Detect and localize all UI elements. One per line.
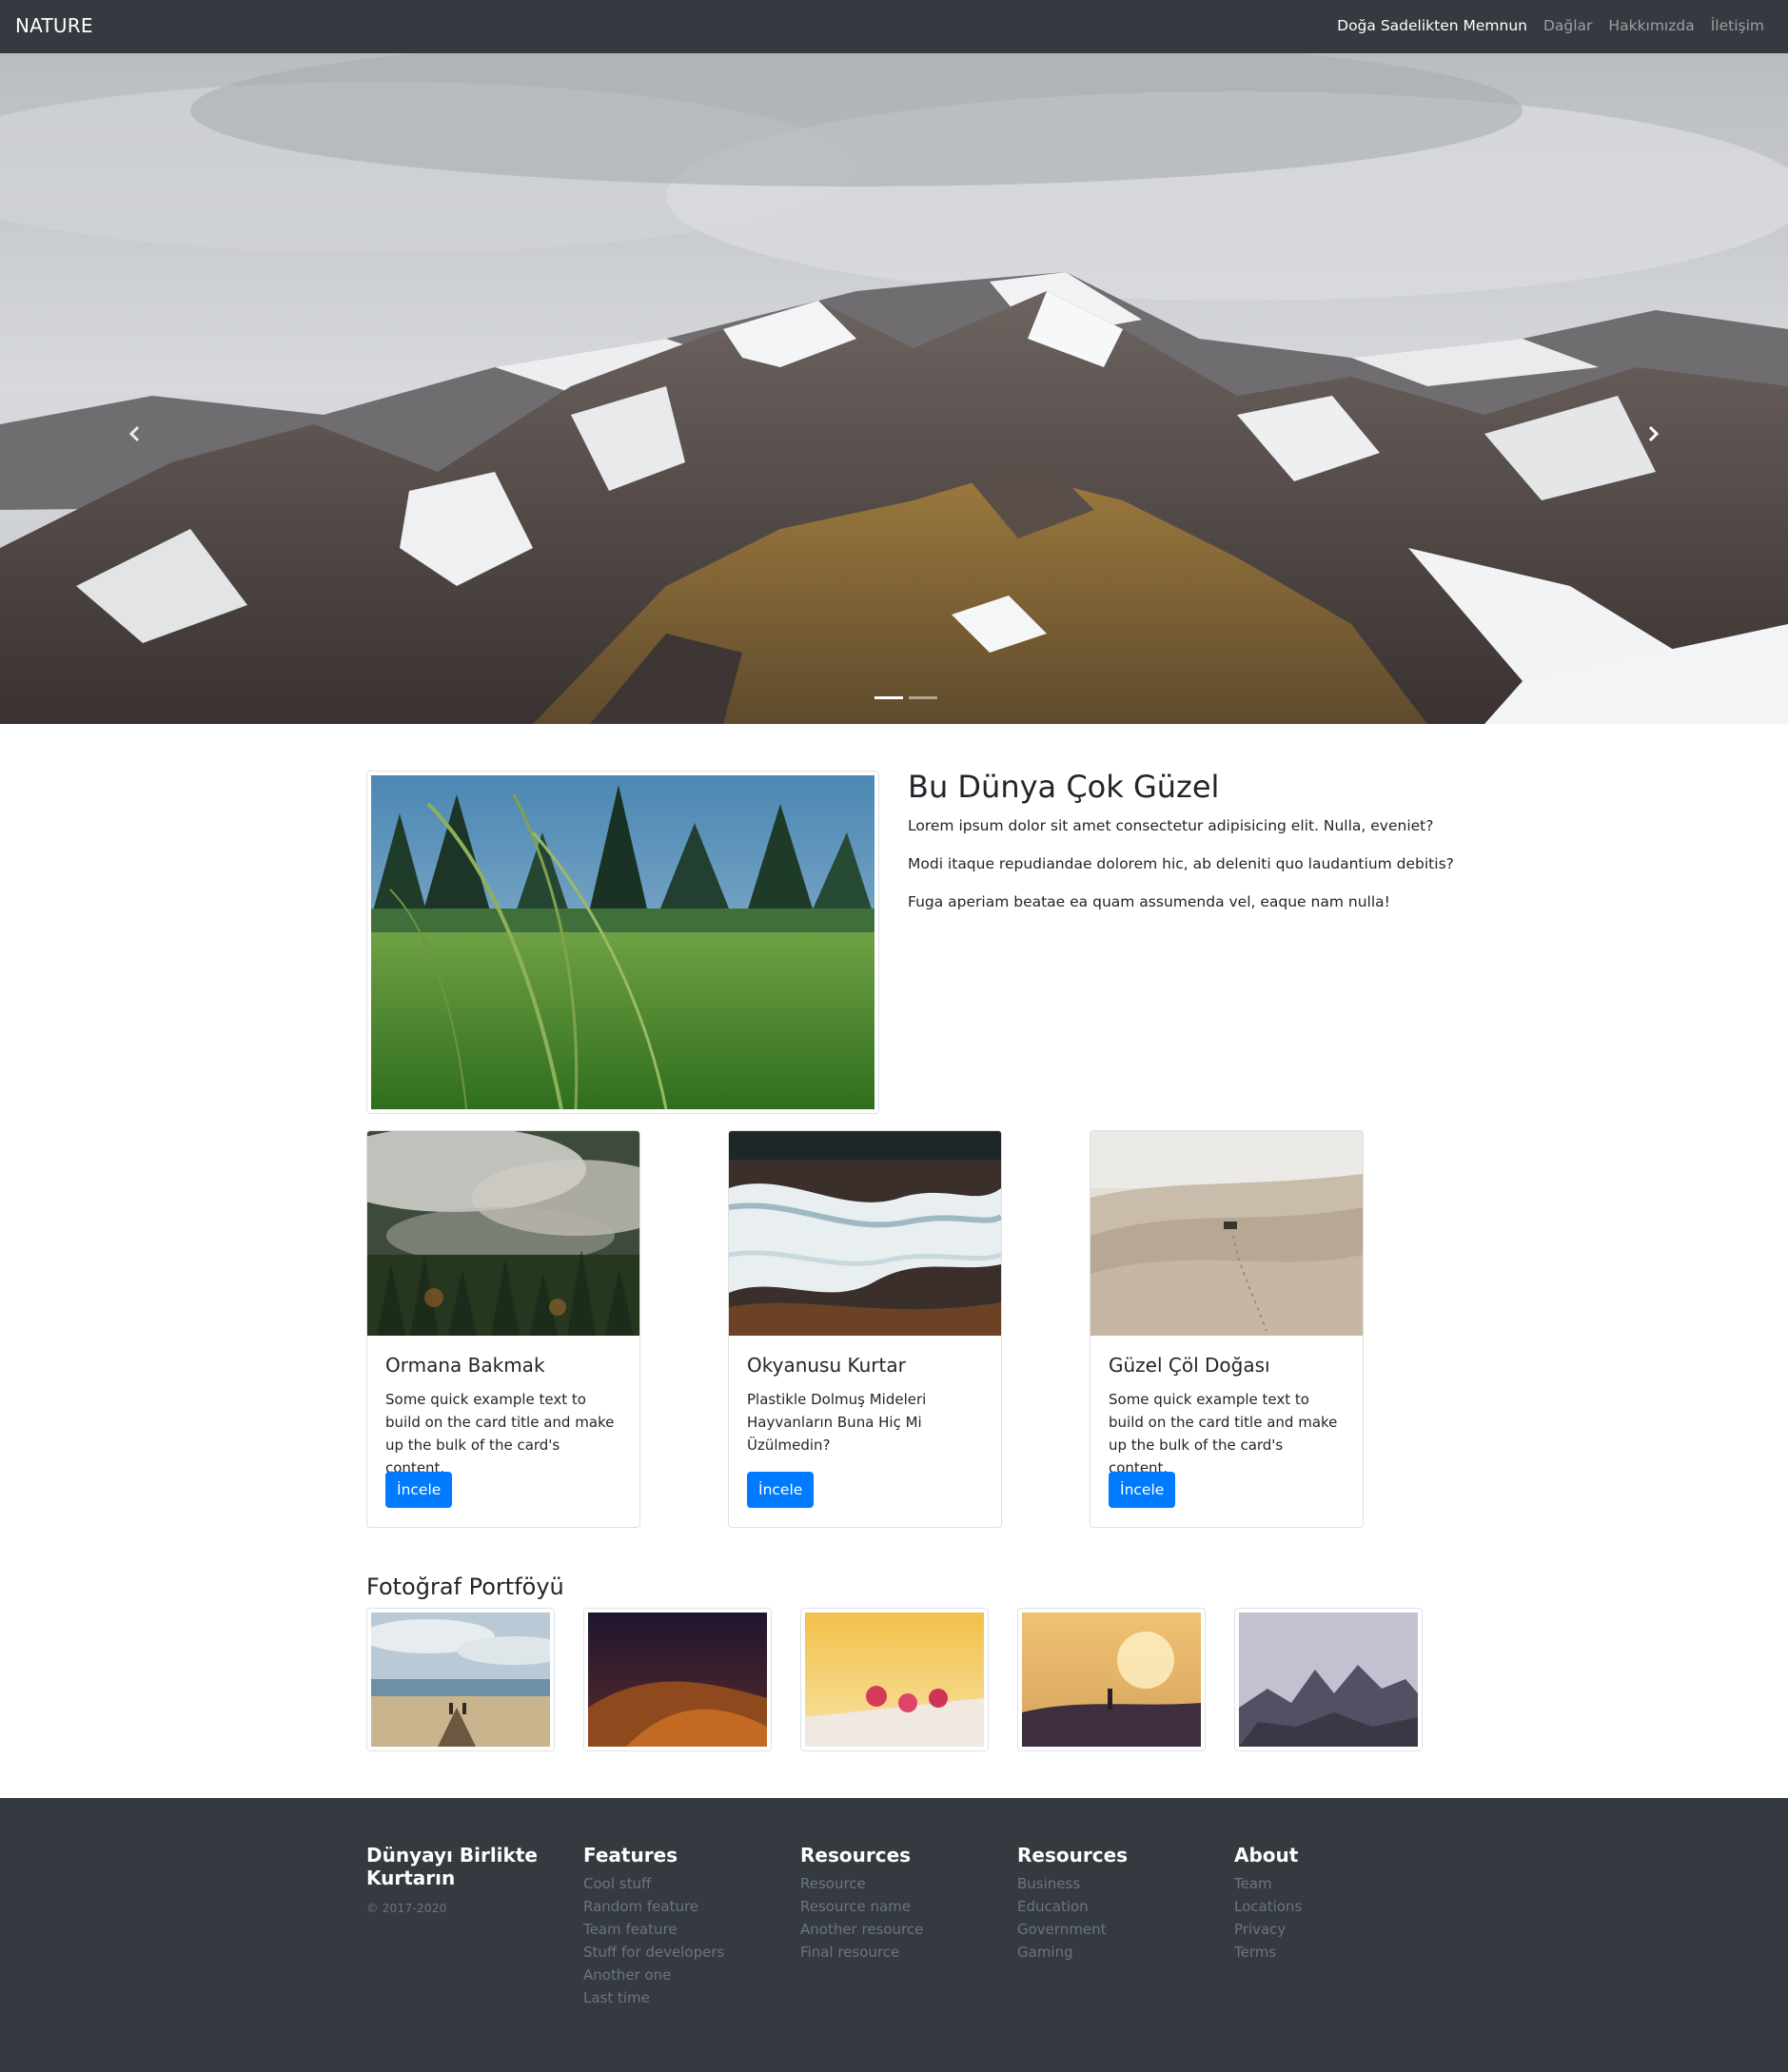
portfolio-thumb-mountains[interactable] — [1234, 1608, 1423, 1751]
footer-column-about: About Team Locations Privacy Terms — [1234, 1844, 1302, 1964]
portfolio-thumb-beach[interactable] — [366, 1608, 555, 1751]
incele-button[interactable]: İncele — [747, 1472, 815, 1508]
carousel-indicators — [874, 696, 937, 699]
card-forest: Ormana Bakmak Some quick example text to… — [366, 1130, 640, 1528]
card-text: Some quick example text to build on the … — [385, 1391, 615, 1476]
portfolio-title: Fotoğraf Portföyü — [366, 1574, 564, 1600]
foggy-forest-image — [367, 1131, 639, 1336]
navbar-brand[interactable]: NATURE — [15, 14, 93, 37]
nav-link-iletisim[interactable]: İletişim — [1711, 17, 1764, 34]
footer-link[interactable]: Terms — [1234, 1941, 1302, 1964]
ocean-waves-image — [729, 1131, 1001, 1336]
card-text: Plastikle Dolmuş Mideleri Hayvanların Bu… — [747, 1391, 927, 1454]
footer-heading: Features — [583, 1844, 678, 1867]
footer-link[interactable]: Resource — [800, 1872, 923, 1895]
nav-link-hakkimizda[interactable]: Hakkımızda — [1608, 17, 1694, 34]
nav-link-doga[interactable]: Doğa Sadelikten Memnun — [1337, 17, 1527, 34]
chevron-left-icon — [128, 425, 140, 442]
footer-link[interactable]: Another resource — [800, 1918, 923, 1941]
carousel-indicator-2[interactable] — [909, 696, 937, 699]
hero-carousel — [0, 53, 1788, 724]
mountain-hero-image — [0, 53, 1788, 724]
footer: Dünyayı Birlikte Kurtarın © 2017-2020 Fe… — [0, 1798, 1788, 2072]
nav-links: Doğa Sadelikten Memnun Dağlar Hakkımızda… — [1337, 17, 1764, 34]
card-title: Ormana Bakmak — [385, 1354, 545, 1377]
footer-link[interactable]: Final resource — [800, 1941, 923, 1964]
footer-brand-line2: Kurtarın — [366, 1867, 456, 1889]
portfolio-thumb-sunset-field[interactable] — [1017, 1608, 1206, 1751]
carousel-indicator-1[interactable] — [874, 696, 903, 699]
footer-link[interactable]: Government — [1017, 1918, 1128, 1941]
footer-link[interactable]: Last time — [583, 1986, 724, 2009]
footer-link[interactable]: Team feature — [583, 1918, 724, 1941]
carousel-next-button[interactable] — [1624, 405, 1681, 462]
card-desert: Güzel Çöl Doğası Some quick example text… — [1090, 1130, 1364, 1528]
card-ocean: Okyanusu Kurtar Plastikle Dolmuş Mideler… — [728, 1130, 1002, 1528]
footer-link[interactable]: Another one — [583, 1964, 724, 1986]
card-title: Güzel Çöl Doğası — [1109, 1354, 1270, 1377]
footer-heading: About — [1234, 1844, 1299, 1867]
incele-button[interactable]: İncele — [385, 1472, 453, 1508]
portfolio-thumb-berries[interactable] — [800, 1608, 989, 1751]
footer-link[interactable]: Education — [1017, 1895, 1128, 1918]
footer-brand-line1: Dünyayı Birlikte — [366, 1844, 538, 1867]
feature-title: Bu Dünya Çok Güzel — [908, 769, 1220, 805]
footer-column-features: Features Cool stuff Random feature Team … — [583, 1844, 724, 2009]
footer-heading: Resources — [800, 1844, 912, 1867]
feature-grass-image — [366, 771, 879, 1114]
footer-brand-column: Dünyayı Birlikte Kurtarın © 2017-2020 — [366, 1844, 538, 1915]
footer-link[interactable]: Team — [1234, 1872, 1302, 1895]
portfolio-thumb-dunes-night[interactable] — [583, 1608, 772, 1751]
footer-link[interactable]: Gaming — [1017, 1941, 1128, 1964]
footer-link[interactable]: Random feature — [583, 1895, 724, 1918]
footer-link[interactable]: Cool stuff — [583, 1872, 724, 1895]
footer-column-resources-2: Resources Business Education Government … — [1017, 1844, 1128, 1964]
footer-copyright: © 2017-2020 — [366, 1901, 447, 1915]
footer-link[interactable]: Privacy — [1234, 1918, 1302, 1941]
footer-link[interactable]: Business — [1017, 1872, 1128, 1895]
card-text: Some quick example text to build on the … — [1109, 1391, 1338, 1476]
footer-link[interactable]: Stuff for developers — [583, 1941, 724, 1964]
footer-column-resources: Resources Resource Resource name Another… — [800, 1844, 923, 1964]
navbar: NATURE Doğa Sadelikten Memnun Dağlar Hak… — [0, 0, 1788, 53]
card-title: Okyanusu Kurtar — [747, 1354, 906, 1377]
feature-paragraph-2: Modi itaque repudiandae dolorem hic, ab … — [908, 855, 1454, 872]
footer-heading: Resources — [1017, 1844, 1129, 1867]
incele-button[interactable]: İncele — [1109, 1472, 1176, 1508]
chevron-right-icon — [1648, 425, 1660, 442]
footer-link[interactable]: Locations — [1234, 1895, 1302, 1918]
desert-dunes-image — [1090, 1131, 1363, 1336]
nav-link-daglar[interactable]: Dağlar — [1543, 17, 1592, 34]
feature-paragraph-3: Fuga aperiam beatae ea quam assumenda ve… — [908, 893, 1390, 910]
carousel-prev-button[interactable] — [107, 405, 164, 462]
feature-paragraph-1: Lorem ipsum dolor sit amet consectetur a… — [908, 817, 1434, 834]
footer-link[interactable]: Resource name — [800, 1895, 923, 1918]
